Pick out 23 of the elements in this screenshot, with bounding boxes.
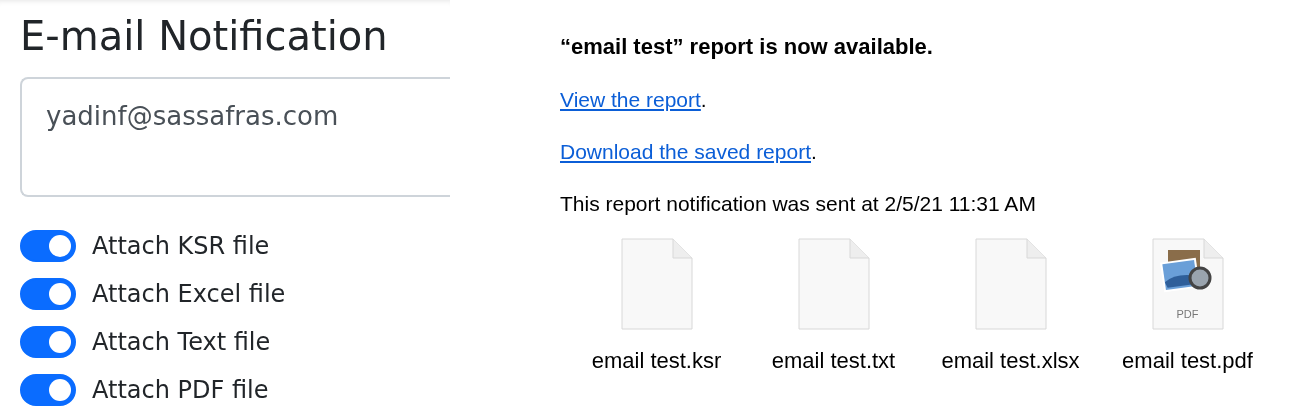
- period: .: [700, 88, 707, 111]
- toggle-switch[interactable]: [20, 326, 76, 358]
- file-name: email test.pdf: [1122, 348, 1253, 374]
- pdf-file-icon[interactable]: [1151, 238, 1224, 330]
- file-name: email test.txt: [771, 348, 896, 374]
- toggle-switch[interactable]: [20, 374, 76, 406]
- file-type-label: PDF: [1175, 308, 1200, 320]
- toggle-label: Attach KSR file: [92, 232, 270, 260]
- toggle-label: Attach Text file: [92, 328, 271, 356]
- file-name: email test.ksr: [591, 348, 722, 374]
- email-heading: “email test” report is now available.: [560, 34, 934, 60]
- period: .: [811, 140, 817, 163]
- email-address: yadinf@sassafras.com: [46, 101, 339, 131]
- toggle-label: Attach PDF file: [92, 376, 269, 404]
- report-link[interactable]: Download the saved report: [560, 140, 811, 163]
- sent-note: This report notification was sent at 2/5/21 11:31 AM: [560, 192, 1037, 217]
- toggle-switch[interactable]: [20, 230, 76, 262]
- section-title: E-mail Notification: [20, 12, 389, 60]
- recipients-field[interactable]: yadinf@sassafras.com: [20, 77, 450, 197]
- file-name: email test.xlsx: [941, 348, 1080, 374]
- toggle-label: Attach Excel file: [92, 280, 286, 308]
- report-link[interactable]: View the report: [560, 88, 701, 111]
- toggle-switch[interactable]: [20, 278, 76, 310]
